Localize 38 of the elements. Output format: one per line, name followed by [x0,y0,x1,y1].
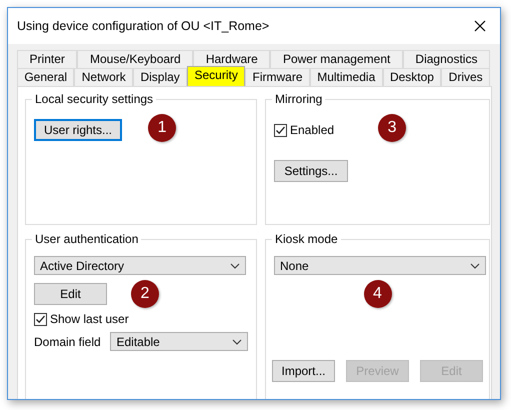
kiosk-button[interactable]: Import... [272,360,335,382]
settings-button[interactable]: Settings... [274,160,348,182]
tab[interactable]: Printer [17,50,78,68]
checkbox-label: Show last user [50,312,129,326]
tab[interactable]: Network [74,68,134,86]
group-title: User authentication [32,232,142,246]
tab[interactable]: Drives [441,68,490,86]
tab[interactable]: Mouse/Keyboard [77,50,194,68]
tab[interactable]: Multimedia [310,68,383,86]
tab[interactable]: Power management [270,50,403,68]
chevron-down-icon [470,262,480,268]
checkbox[interactable] [274,124,287,136]
tab[interactable]: Firmware [245,68,310,86]
tab[interactable]: Security [187,66,246,86]
callout-badge: 1 [148,114,176,142]
edit-button[interactable]: Edit [34,283,107,305]
chevron-down-icon [232,338,242,344]
domain-field-dropdown[interactable]: Editable [110,332,248,351]
tab[interactable]: Desktop [382,68,442,86]
tab[interactable]: Diagnostics [402,50,490,68]
group-title: Kiosk mode [272,232,341,246]
field-label: Domain field [34,334,102,348]
tab[interactable]: Hardware [193,50,270,68]
user-rights-button[interactable]: User rights... [34,119,122,141]
authentication-dropdown[interactable]: Active Directory [34,256,246,275]
callout-badge: 3 [378,114,406,142]
checkbox[interactable] [34,312,47,326]
close-icon[interactable] [474,20,486,32]
tab[interactable]: General [17,68,74,86]
checkbox-label: Enabled [290,123,334,137]
chevron-down-icon [230,262,240,268]
window-title: Using device configuration of OU <IT_Rome> [17,19,270,33]
tab[interactable]: Display [133,68,188,86]
callout-badge: 4 [364,280,392,308]
kiosk-mode-dropdown[interactable]: None [274,256,486,275]
callout-badge: 2 [131,280,159,308]
group-title: Mirroring [272,92,326,106]
group-title: Local security settings [32,92,156,106]
